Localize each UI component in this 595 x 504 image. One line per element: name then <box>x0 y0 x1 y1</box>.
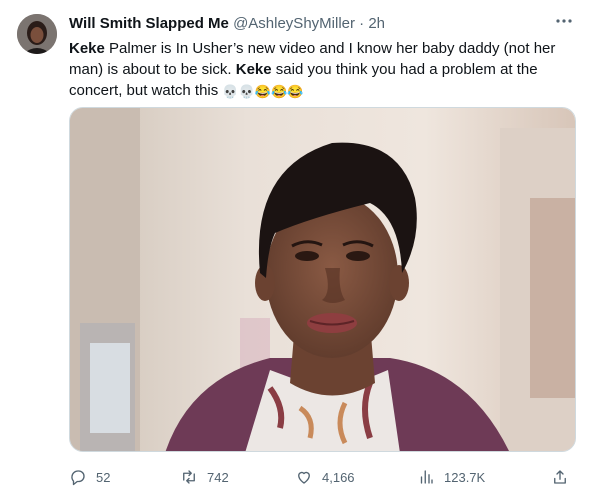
user-handle[interactable]: @AshleyShyMiller <box>233 15 355 32</box>
share-icon <box>554 470 566 484</box>
share-button[interactable] <box>551 463 578 491</box>
tweet-media-image[interactable] <box>69 107 576 452</box>
reply-count: 52 <box>96 469 111 485</box>
display-name[interactable]: Will Smith Slapped Me <box>69 15 229 32</box>
tweet-text-bold-2: Keke <box>235 61 272 78</box>
views-count: 123.7K <box>444 469 486 485</box>
retweet-icon <box>183 470 195 484</box>
avatar[interactable] <box>17 14 57 54</box>
reply-icon <box>71 470 85 486</box>
action-bar: 52 742 4,166 123.7K <box>69 463 576 491</box>
like-count: 4,166 <box>322 469 355 485</box>
views-icon <box>420 470 433 484</box>
like-icon <box>298 471 310 484</box>
tweet-header: Will Smith Slapped Me @AshleyShyMiller ·… <box>69 14 385 34</box>
retweet-button[interactable]: 742 <box>180 463 229 491</box>
header-separator: · <box>359 15 365 32</box>
retweet-count: 742 <box>207 469 229 485</box>
more-icon[interactable] <box>555 12 573 35</box>
emoji-sequence: 💀💀😂😂😂 <box>222 84 304 99</box>
tweet: Will Smith Slapped Me @AshleyShyMiller ·… <box>0 0 595 504</box>
tweet-text-bold-1: Keke <box>69 40 105 57</box>
tweet-text: Keke Palmer is In Usher’s new video and … <box>69 38 564 101</box>
like-button[interactable]: 4,166 <box>295 463 355 491</box>
reply-button[interactable]: 52 <box>69 463 110 491</box>
views-button[interactable]: 123.7K <box>417 463 485 491</box>
timestamp[interactable]: 2h <box>368 15 385 32</box>
